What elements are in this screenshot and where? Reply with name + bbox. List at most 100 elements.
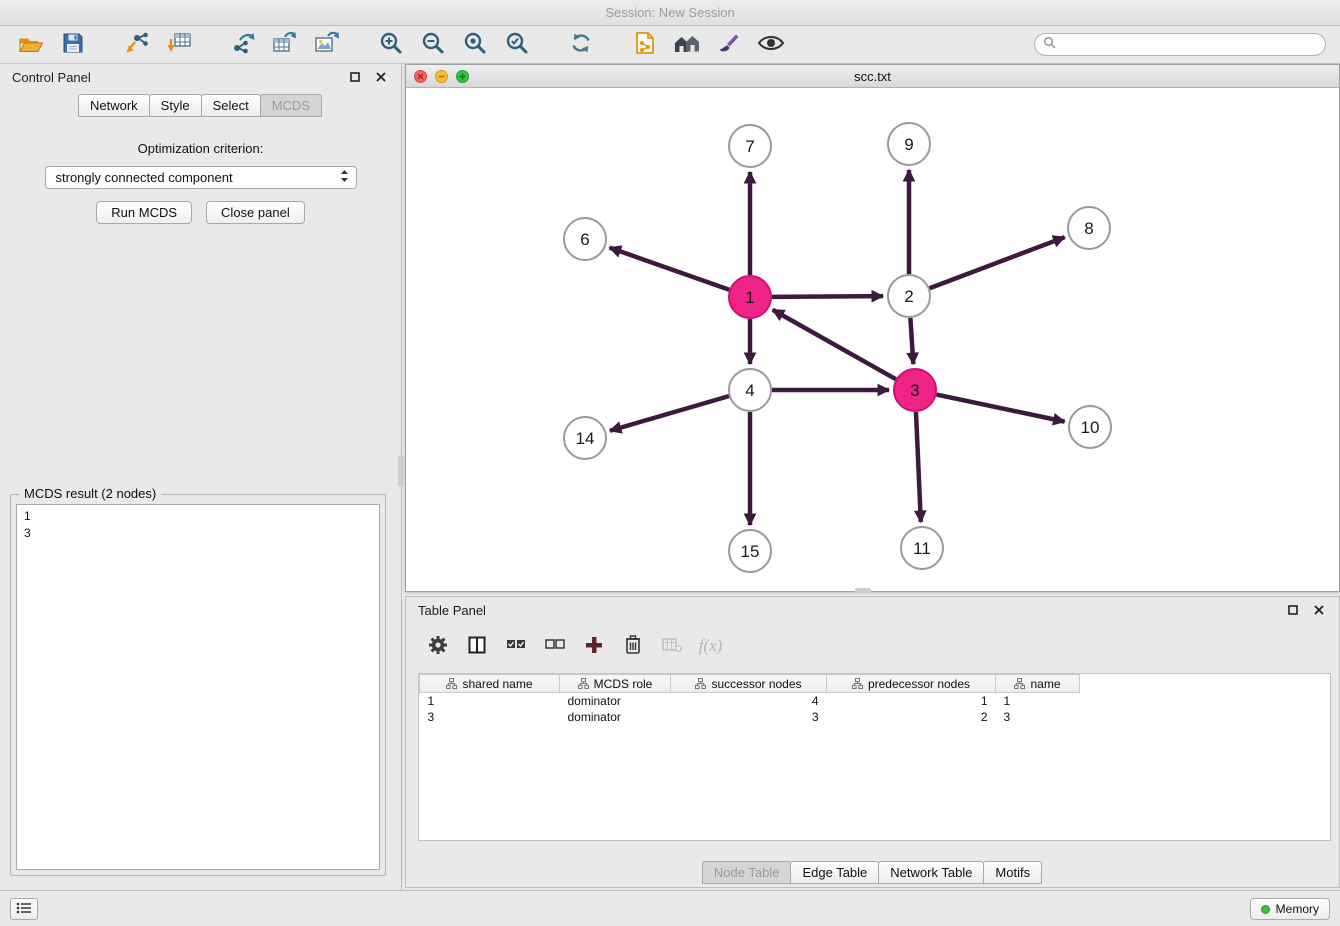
graph-node-11[interactable]: 11	[901, 527, 943, 569]
graph-edge-2-8[interactable]	[930, 237, 1065, 288]
graph-edge-1-6[interactable]	[610, 248, 730, 290]
style-button[interactable]	[712, 30, 746, 60]
delete-table-button[interactable]	[653, 629, 690, 663]
control-panel-tabs: Network Style Select MCDS	[0, 94, 401, 117]
vertical-splitter-handle[interactable]	[398, 455, 404, 487]
window-title: Session: New Session	[605, 5, 734, 20]
table-cell[interactable]: 3	[996, 709, 1080, 725]
table-cell[interactable]: 3	[671, 709, 827, 725]
home-button[interactable]	[670, 30, 704, 60]
zoom-fit-button[interactable]	[458, 30, 492, 60]
tab-motifs[interactable]: Motifs	[983, 861, 1042, 884]
column-header-name[interactable]: name	[996, 675, 1080, 693]
graph-node-15[interactable]: 15	[729, 530, 771, 572]
graph-node-1[interactable]: 1	[729, 276, 771, 318]
zoom-selected-button[interactable]	[500, 30, 534, 60]
graph-node-9[interactable]: 9	[888, 123, 930, 165]
show-details-button[interactable]	[754, 30, 788, 60]
import-network-button[interactable]	[120, 30, 154, 60]
table-cell[interactable]: dominator	[560, 693, 671, 709]
graph-edge-3-1[interactable]	[773, 310, 896, 379]
export-network-button[interactable]	[226, 30, 260, 60]
graph-edge-3-10[interactable]	[937, 395, 1065, 422]
maximize-window-button[interactable]	[456, 70, 469, 83]
graph-node-8[interactable]: 8	[1068, 207, 1110, 249]
add-button[interactable]	[575, 629, 612, 663]
close-panel-button[interactable]: Close panel	[206, 201, 305, 224]
table-cell[interactable]: 1	[827, 693, 996, 709]
zoom-in-icon	[379, 31, 403, 58]
table-cell[interactable]: 1	[996, 693, 1080, 709]
control-panel-close-button[interactable]	[373, 69, 389, 85]
show-columns-button[interactable]	[458, 629, 495, 663]
column-header-predecessor-nodes[interactable]: predecessor nodes	[827, 675, 996, 693]
function-builder-button[interactable]: f(x)	[692, 629, 729, 663]
table-cell[interactable]: 1	[420, 693, 560, 709]
export-image-button[interactable]	[310, 30, 344, 60]
deselect-all-button[interactable]	[536, 629, 573, 663]
select-all-button[interactable]	[497, 629, 534, 663]
import-table-button[interactable]	[162, 30, 196, 60]
tab-mcds[interactable]: MCDS	[260, 94, 322, 117]
run-mcds-button[interactable]: Run MCDS	[96, 201, 192, 224]
open-session-button[interactable]	[14, 30, 48, 60]
network-canvas[interactable]: 7 9 6 8 1 2 4 3 14 10 15 11	[406, 88, 1339, 591]
tab-node-table[interactable]: Node Table	[702, 861, 792, 884]
close-window-button[interactable]	[414, 70, 427, 83]
tab-edge-table[interactable]: Edge Table	[790, 861, 879, 884]
table-cell[interactable]: 3	[420, 709, 560, 725]
graph-node-14[interactable]: 14	[564, 417, 606, 459]
search-input[interactable]	[1061, 38, 1317, 52]
tab-network[interactable]: Network	[78, 94, 150, 117]
table-settings-button[interactable]	[419, 629, 456, 663]
graph-node-6[interactable]: 6	[564, 218, 606, 260]
network-file-button[interactable]	[628, 30, 662, 60]
table-row[interactable]: 1dominator411	[420, 693, 1331, 709]
table-tabs: Node Table Edge Table Network Table Moti…	[406, 861, 1339, 884]
trash-icon	[625, 635, 641, 657]
table-cell[interactable]: 2	[827, 709, 996, 725]
column-header-successor-nodes[interactable]: successor nodes	[671, 675, 827, 693]
network-window-titlebar[interactable]: scc.txt	[406, 65, 1339, 88]
refresh-view-button[interactable]	[564, 30, 598, 60]
import-table-icon	[166, 31, 192, 58]
table-cell-filler	[1080, 693, 1331, 709]
save-session-button[interactable]	[56, 30, 90, 60]
tab-select[interactable]: Select	[201, 94, 261, 117]
svg-text:15: 15	[741, 542, 760, 561]
criterion-dropdown[interactable]: strongly connected component	[45, 166, 357, 189]
table-panel-float-button[interactable]	[1285, 602, 1301, 618]
table-cell[interactable]: 4	[671, 693, 827, 709]
zoom-out-button[interactable]	[416, 30, 450, 60]
tab-style[interactable]: Style	[149, 94, 202, 117]
graph-edge-4-14[interactable]	[610, 396, 729, 431]
graph-edge-1-2[interactable]	[772, 296, 883, 297]
search-field[interactable]	[1034, 33, 1326, 56]
graph-node-7[interactable]: 7	[729, 125, 771, 167]
graph-edge-2-3[interactable]	[910, 318, 913, 364]
memory-button[interactable]: Memory	[1250, 898, 1330, 920]
svg-text:11: 11	[913, 539, 931, 558]
mcds-result-list[interactable]: 1 3	[16, 504, 380, 870]
show-panels-button[interactable]	[10, 898, 38, 920]
table-row[interactable]: 3dominator323	[420, 709, 1331, 725]
graph-node-4[interactable]: 4	[729, 369, 771, 411]
graph-node-10[interactable]: 10	[1069, 406, 1111, 448]
horizontal-splitter-handle[interactable]	[855, 588, 871, 593]
graph-node-3[interactable]: 3	[894, 369, 936, 411]
table-panel-close-button[interactable]	[1311, 602, 1327, 618]
tab-network-table[interactable]: Network Table	[878, 861, 984, 884]
column-header-MCDS-role[interactable]: MCDS role	[560, 675, 671, 693]
table-cell[interactable]: dominator	[560, 709, 671, 725]
svg-text:9: 9	[904, 135, 913, 154]
graph-node-2[interactable]: 2	[888, 275, 930, 317]
list-icon	[16, 902, 32, 917]
float-window-icon	[1288, 603, 1298, 618]
control-panel-float-button[interactable]	[347, 69, 363, 85]
export-table-button[interactable]	[268, 30, 302, 60]
minimize-window-button[interactable]	[435, 70, 448, 83]
graph-edge-3-11[interactable]	[916, 412, 921, 522]
zoom-in-button[interactable]	[374, 30, 408, 60]
delete-button[interactable]	[614, 629, 651, 663]
column-header-shared-name[interactable]: shared name	[420, 675, 560, 693]
